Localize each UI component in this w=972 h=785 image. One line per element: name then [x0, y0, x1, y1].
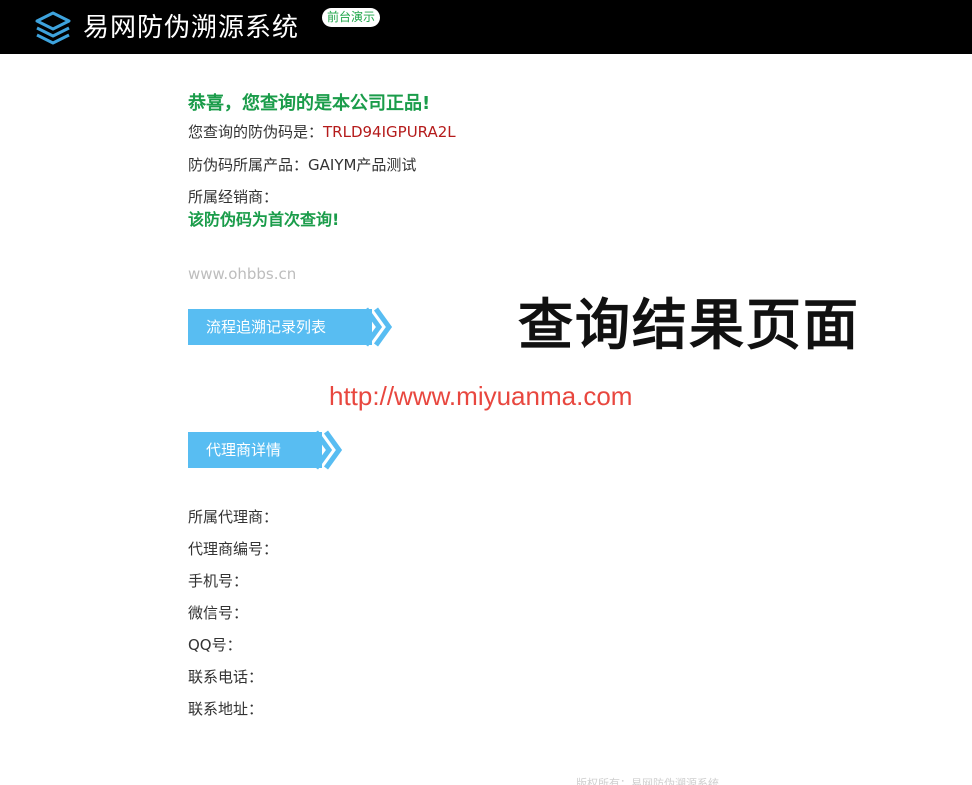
- mobile-label: 手机号：: [188, 572, 249, 590]
- layers-logo-icon: [35, 11, 71, 45]
- code-label: 您查询的防伪码是：: [188, 123, 324, 141]
- agent-name-label: 所属代理商：: [188, 508, 279, 526]
- first-query-notice: 该防伪码为首次查询!: [188, 210, 340, 229]
- dealer-label: 所属经销商：: [188, 188, 279, 206]
- product-value: GAIYM产品测试: [308, 156, 417, 174]
- product-label: 防伪码所属产品：: [188, 156, 309, 174]
- agent-details-section-header[interactable]: 代理商详情: [188, 430, 343, 470]
- address-label: 联系地址：: [188, 700, 264, 718]
- agent-details-label: 代理商详情: [206, 441, 282, 459]
- demo-badge: 前台演示: [322, 8, 381, 27]
- site-watermark: www.ohbbs.cn: [188, 265, 297, 283]
- double-chevron-right-icon: [366, 307, 393, 347]
- agent-number-label: 代理商编号：: [188, 540, 279, 558]
- wechat-label: 微信号：: [188, 604, 249, 622]
- qq-label: QQ号：: [188, 636, 242, 654]
- code-value: TRLD94IGPURA2L: [323, 123, 456, 141]
- footer-copyright: 版权所有：易网防伪溯源系统: [576, 777, 719, 785]
- trace-records-label: 流程追溯记录列表: [206, 318, 327, 336]
- code-row: 您查询的防伪码是：TRLD94IGPURA2L: [188, 122, 456, 142]
- success-message: 恭喜，您查询的是本公司正品!: [188, 93, 431, 114]
- trace-records-section-header[interactable]: 流程追溯记录列表: [188, 307, 393, 347]
- telephone-label: 联系电话：: [188, 668, 264, 686]
- product-row: 防伪码所属产品：GAIYM产品测试: [188, 155, 416, 175]
- app-title: 易网防伪溯源系统: [83, 13, 300, 43]
- double-chevron-right-icon: [316, 430, 343, 470]
- overlay-url: http://www.miyuanma.com: [329, 381, 633, 411]
- overlay-caption: 查询结果页面: [518, 293, 861, 357]
- top-header: 易网防伪溯源系统 前台演示: [0, 0, 972, 54]
